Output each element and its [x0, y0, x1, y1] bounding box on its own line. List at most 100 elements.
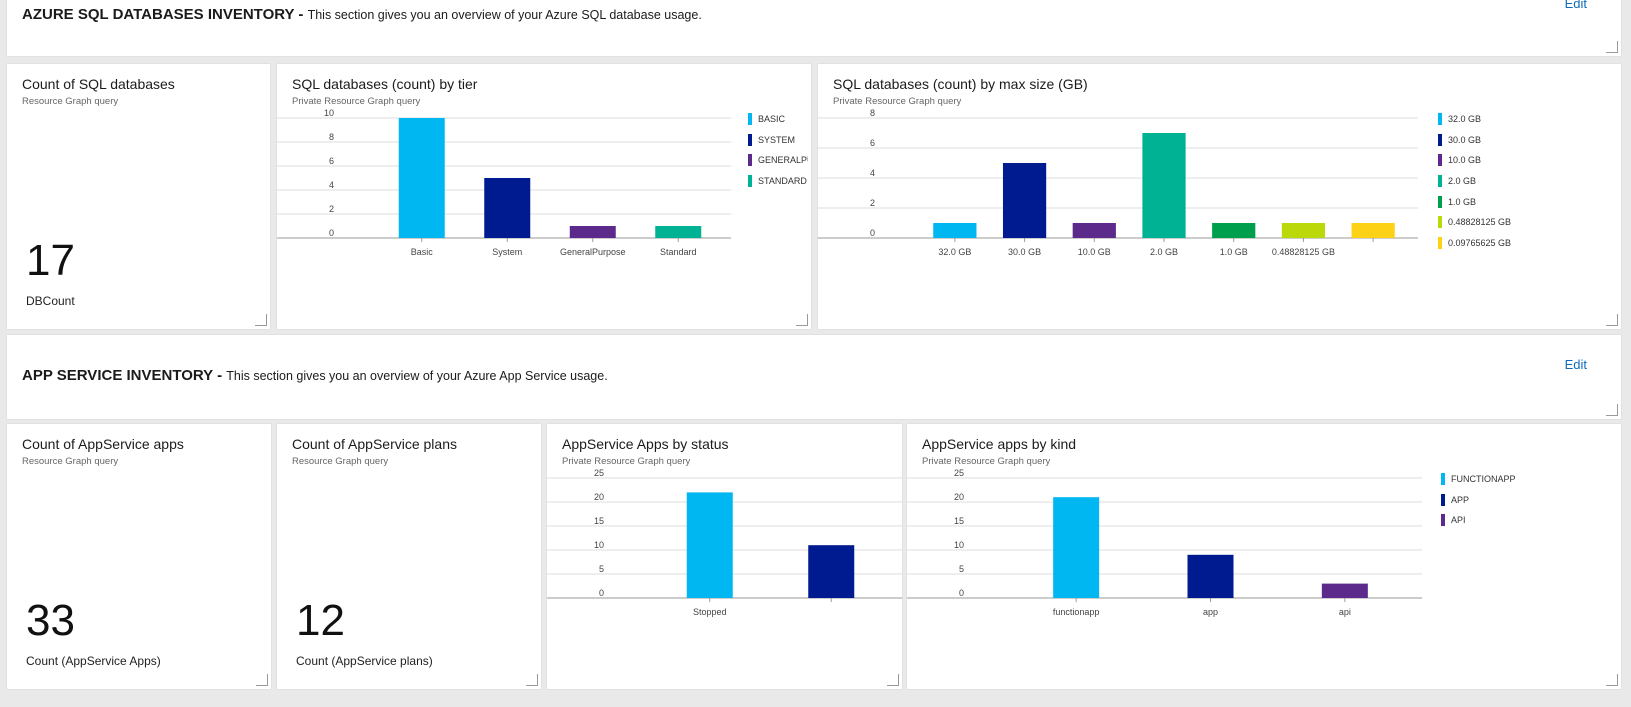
- legend-item[interactable]: GENERALPU: [748, 150, 808, 171]
- resize-handle[interactable]: [1606, 314, 1618, 326]
- y-tick-label: 10: [954, 540, 964, 550]
- resize-handle[interactable]: [1606, 404, 1618, 416]
- resize-handle[interactable]: [796, 314, 808, 326]
- legend-swatch: [1438, 113, 1442, 126]
- legend-label: 2.0 GB: [1448, 176, 1477, 187]
- resize-handle[interactable]: [255, 314, 267, 326]
- y-tick-label: 0: [329, 228, 334, 238]
- bar: [1142, 133, 1186, 238]
- sql-section-edit-link[interactable]: Edit: [1565, 0, 1587, 11]
- resize-handle[interactable]: [887, 674, 899, 686]
- y-tick-label: 8: [870, 108, 875, 118]
- app-count-value: 33: [26, 596, 75, 645]
- resize-handle[interactable]: [1606, 41, 1618, 53]
- legend-swatch: [1441, 473, 1445, 486]
- y-tick-label: 6: [870, 138, 875, 148]
- app-count-label: Count (AppService Apps): [26, 654, 161, 668]
- bar: [1351, 223, 1395, 238]
- legend-label: STANDARD: [758, 176, 807, 187]
- tile-title: Count of AppService plans: [292, 436, 457, 452]
- resize-handle[interactable]: [256, 674, 268, 686]
- x-tick-label: GeneralPurpose: [560, 247, 626, 257]
- legend-item[interactable]: 1.0 GB: [1438, 191, 1608, 212]
- x-tick-label: Standard: [660, 247, 697, 257]
- resize-handle[interactable]: [1606, 674, 1618, 686]
- legend-swatch: [1438, 236, 1442, 249]
- app-section-heading: APP SERVICE INVENTORY - This section giv…: [22, 367, 608, 384]
- legend-item[interactable]: 0.48828125 GB: [1438, 212, 1608, 233]
- x-tick-label: functionapp: [1053, 607, 1100, 617]
- legend-label: 32.0 GB: [1448, 114, 1482, 125]
- legend-swatch: [1438, 216, 1442, 229]
- legend-item[interactable]: 30.0 GB: [1438, 130, 1608, 151]
- legend-label: APP: [1451, 494, 1470, 505]
- legend-label: API: [1451, 515, 1466, 526]
- bar: [655, 226, 702, 238]
- legend-swatch: [748, 133, 752, 146]
- legend-label: GENERALPU: [758, 155, 808, 166]
- y-tick-label: 0: [599, 588, 604, 598]
- sql-section-description: This section gives you an overview of yo…: [307, 8, 702, 22]
- resize-handle[interactable]: [526, 674, 538, 686]
- tile-title: Count of AppService apps: [22, 436, 184, 452]
- y-tick-label: 15: [594, 516, 604, 526]
- app-section-title: APP SERVICE INVENTORY -: [22, 367, 223, 384]
- plan-count-label: Count (AppService plans): [296, 654, 433, 668]
- app-kind-legend: FUNCTIONAPP APP API: [1441, 469, 1581, 531]
- sql-section-title: AZURE SQL DATABASES INVENTORY -: [22, 6, 304, 23]
- y-tick-label: 25: [594, 468, 604, 478]
- y-tick-label: 4: [329, 180, 334, 190]
- legend-item[interactable]: 0.09765625 GB: [1438, 233, 1608, 254]
- y-tick-label: 5: [599, 564, 604, 574]
- y-tick-label: 25: [954, 468, 964, 478]
- sql-tier-chart: 0 2 4 6 8 10 Basic System GeneralPurpose Standard: [277, 108, 731, 257]
- y-tick-label: 15: [954, 516, 964, 526]
- legend-swatch: [1438, 195, 1442, 208]
- legend-label: 10.0 GB: [1448, 155, 1482, 166]
- app-section-edit-link[interactable]: Edit: [1565, 357, 1587, 372]
- legend-item[interactable]: 10.0 GB: [1438, 150, 1608, 171]
- legend-swatch: [1441, 493, 1445, 506]
- legend-label: FUNCTIONAPP: [1451, 474, 1516, 485]
- sql-tier-tile[interactable]: SQL databases (count) by tier Private Re…: [277, 64, 811, 329]
- bar: [398, 118, 445, 238]
- plan-count-tile[interactable]: Count of AppService plans Resource Graph…: [277, 424, 541, 689]
- x-tick-label: 30.0 GB: [1008, 247, 1041, 257]
- legend-item[interactable]: SYSTEM: [748, 130, 808, 151]
- x-tick-label: 0.48828125 GB: [1272, 247, 1335, 257]
- app-section-header-tile: APP SERVICE INVENTORY - This section giv…: [7, 335, 1621, 419]
- sql-size-chart: 0 2 4 6 8 32.0 GB 30.0 GB 10.0 GB 2.0 GB 1.0 GB 0.…: [818, 108, 1418, 257]
- sql-count-tile[interactable]: Count of SQL databases Resource Graph qu…: [7, 64, 270, 329]
- app-status-tile[interactable]: AppService Apps by status Private Resour…: [547, 424, 902, 689]
- y-tick-label: 8: [329, 132, 334, 142]
- legend-label: SYSTEM: [758, 134, 796, 145]
- x-tick-label: 1.0 GB: [1220, 247, 1248, 257]
- y-tick-label: 0: [870, 228, 875, 238]
- bar: [1072, 223, 1116, 238]
- bar: [569, 226, 616, 238]
- x-tick-label: 2.0 GB: [1150, 247, 1178, 257]
- y-tick-label: 10: [594, 540, 604, 550]
- legend-item[interactable]: FUNCTIONAPP: [1441, 469, 1581, 490]
- y-tick-label: 6: [329, 156, 334, 166]
- legend-item[interactable]: API: [1441, 510, 1581, 531]
- bar: [1212, 223, 1256, 238]
- app-kind-chart: 0 5 10 15 20 25 functionapp app api: [907, 468, 1422, 617]
- legend-item[interactable]: 32.0 GB: [1438, 109, 1608, 130]
- legend-item[interactable]: STANDARD: [748, 171, 808, 192]
- y-tick-label: 20: [594, 492, 604, 502]
- app-status-chart: 0 5 10 15 20 25 Stopped: [547, 468, 902, 617]
- app-kind-tile[interactable]: AppService apps by kind Private Resource…: [907, 424, 1621, 689]
- bar: [1321, 583, 1368, 598]
- legend-swatch: [748, 113, 752, 126]
- legend-item[interactable]: 2.0 GB: [1438, 171, 1608, 192]
- tile-subtitle: Resource Graph query: [292, 456, 389, 467]
- x-tick-label: Stopped: [693, 607, 727, 617]
- bar: [933, 223, 977, 238]
- legend-item[interactable]: APP: [1441, 490, 1581, 511]
- sql-size-tile[interactable]: SQL databases (count) by max size (GB) P…: [818, 64, 1621, 329]
- app-count-tile[interactable]: Count of AppService apps Resource Graph …: [7, 424, 271, 689]
- y-tick-label: 4: [870, 168, 875, 178]
- legend-item[interactable]: BASIC: [748, 109, 808, 130]
- sql-tier-legend: BASIC SYSTEM GENERALPU STANDARD: [748, 109, 808, 191]
